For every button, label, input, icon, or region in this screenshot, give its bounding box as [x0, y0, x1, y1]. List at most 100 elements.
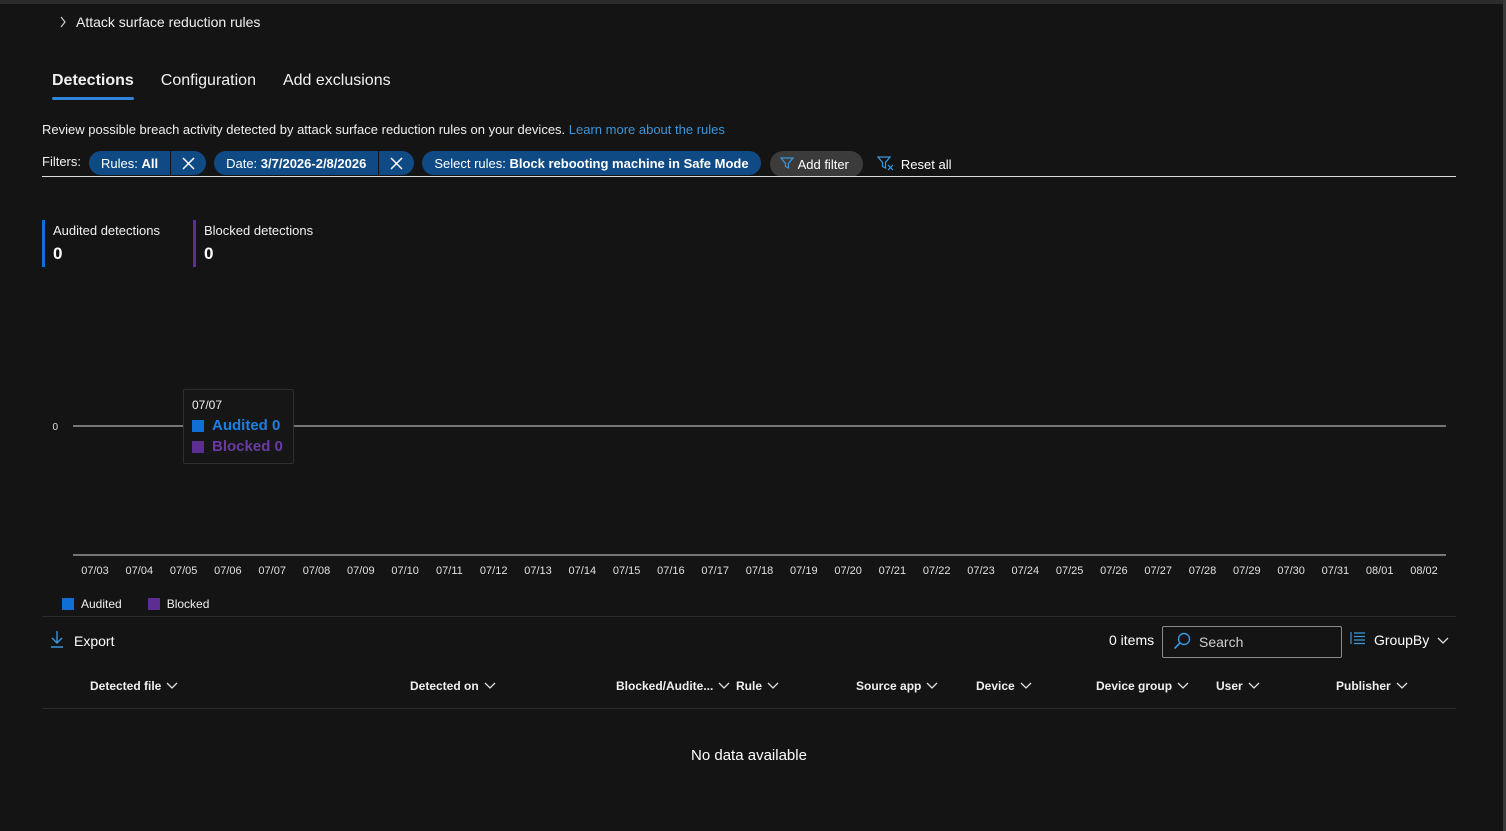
search-input[interactable]: Search [1162, 626, 1342, 658]
groupby-label: GroupBy [1374, 631, 1430, 648]
chevron-down-icon [926, 679, 938, 693]
filter-pill-select-rules[interactable]: Select rules: Block rebooting machine in… [422, 151, 761, 175]
pill-value: Block rebooting machine in Safe Mode [509, 155, 749, 171]
chevron-down-icon [166, 679, 178, 693]
breadcrumb-label: Attack surface reduction rules [76, 14, 261, 30]
kpi-blocked: Blocked detections 0 [193, 220, 313, 267]
column-header-user[interactable]: User [1216, 679, 1260, 693]
chart-legend: Audited Blocked [62, 597, 209, 611]
filter-pill-rules[interactable]: Rules: All [89, 151, 207, 175]
column-header-device-group[interactable]: Device group [1096, 679, 1189, 693]
kpi-blocked-label: Blocked detections [204, 223, 314, 238]
chevron-down-icon [1177, 679, 1189, 693]
export-button[interactable]: Export [50, 630, 114, 651]
column-header-label: Blocked/Audite... [616, 679, 714, 693]
clear-filter-icon [876, 155, 895, 174]
column-header-rule[interactable]: Rule [736, 679, 779, 693]
x-tick-label: 07/29 [1233, 565, 1261, 577]
list-icon [1350, 631, 1366, 648]
chevron-down-icon [718, 679, 730, 693]
close-icon[interactable] [170, 151, 206, 175]
tooltip-date: 07/07 [192, 398, 223, 412]
pill-value: All [141, 155, 159, 171]
breadcrumb[interactable]: Attack surface reduction rules [58, 14, 260, 30]
tab-detections[interactable]: Detections [52, 72, 134, 100]
filters-divider [42, 176, 1456, 177]
x-tick-label: 07/24 [1012, 565, 1040, 577]
pill-key: Rules: [101, 155, 142, 171]
reset-all-label: Reset all [900, 156, 952, 172]
download-icon [50, 630, 64, 651]
kpi-audited-bar [42, 220, 45, 267]
tab-configuration[interactable]: Configuration [161, 72, 256, 100]
chart-tooltip: 07/07 Audited 0 Blocked 0 [183, 389, 294, 464]
column-header-label: User [1216, 679, 1243, 693]
legend-audited-label: Audited [81, 597, 122, 611]
tooltip-blocked: Blocked 0 [192, 436, 293, 457]
description-text: Review possible breach activity detected… [42, 122, 566, 137]
column-header-source-app[interactable]: Source app [856, 679, 938, 693]
column-header-device[interactable]: Device [976, 679, 1032, 693]
audited-swatch [192, 419, 204, 432]
x-tick-label: 07/22 [923, 565, 951, 577]
add-filter-label: Add filter [797, 156, 849, 172]
filters-label: Filters: [42, 153, 81, 169]
chevron-down-icon [1020, 679, 1032, 693]
reset-all-button[interactable]: Reset all [876, 155, 952, 174]
legend-item-blocked[interactable]: Blocked [147, 597, 210, 611]
filter-icon [779, 156, 794, 173]
column-header-label: Detected on [410, 679, 479, 693]
x-tick-label: 07/06 [214, 565, 242, 577]
column-header-blocked-audited[interactable]: Blocked/Audite... [616, 679, 730, 693]
column-header-publisher[interactable]: Publisher [1336, 679, 1408, 693]
column-header-label: Device [976, 679, 1015, 693]
column-header-detected-on[interactable]: Detected on [410, 679, 496, 693]
column-header-label: Rule [736, 679, 763, 693]
chevron-down-icon [767, 679, 779, 693]
x-tick-label: 07/09 [347, 565, 375, 577]
section-divider [42, 616, 1456, 617]
x-tick-label: 07/19 [790, 565, 818, 577]
blocked-swatch [192, 440, 204, 453]
search-placeholder: Search [1199, 634, 1244, 650]
learn-more-link[interactable]: Learn more about the rules [569, 122, 725, 137]
pill-value: 3/7/2026-2/8/2026 [260, 155, 367, 171]
x-tick-label: 07/10 [391, 565, 419, 577]
x-tick-label: 07/03 [81, 565, 109, 577]
close-icon[interactable] [378, 151, 414, 175]
x-tick-label: 07/11 [436, 565, 463, 577]
x-tick-label: 07/04 [126, 565, 154, 577]
chevron-down-icon [1248, 679, 1260, 693]
x-tick-label: 07/21 [879, 565, 907, 577]
filter-bar: Filters: Rules: All Date: 3/7/2026-2/8/2… [42, 149, 951, 177]
tooltip-audited-text: Audited 0 [212, 417, 281, 434]
column-header-detected-file[interactable]: Detected file [90, 679, 178, 693]
chevron-down-icon [1437, 632, 1449, 648]
tab-add-exclusions[interactable]: Add exclusions [283, 72, 391, 100]
search-icon [1173, 632, 1191, 653]
x-tick-label: 07/18 [746, 565, 774, 577]
x-tick-label: 07/15 [613, 565, 641, 577]
column-header-label: Detected file [90, 679, 162, 693]
tooltip-audited: Audited 0 [192, 415, 293, 436]
column-header-label: Publisher [1336, 679, 1391, 693]
filter-pill-date[interactable]: Date: 3/7/2026-2/8/2026 [214, 151, 415, 175]
audited-swatch [62, 598, 74, 610]
column-header-label: Device group [1096, 679, 1173, 693]
x-tick-label: 07/08 [303, 565, 331, 577]
x-tick-label: 08/01 [1366, 565, 1394, 577]
top-border [0, 0, 1506, 4]
x-tick-label: 07/16 [657, 565, 685, 577]
x-tick-label: 07/14 [569, 565, 597, 577]
groupby-button[interactable]: GroupBy [1350, 631, 1449, 648]
kpi-audited-value: 0 [53, 244, 63, 263]
y-tick-label: 0 [52, 422, 58, 433]
page-description: Review possible breach activity detected… [42, 122, 725, 137]
add-filter-button[interactable]: Add filter [769, 151, 863, 177]
column-header-label: Source app [856, 679, 922, 693]
blocked-swatch [147, 598, 160, 610]
legend-item-audited[interactable]: Audited [62, 597, 122, 611]
x-tick-label: 07/12 [480, 565, 508, 577]
legend-blocked-label: Blocked [166, 597, 210, 611]
chevron-right-icon[interactable] [58, 14, 68, 30]
